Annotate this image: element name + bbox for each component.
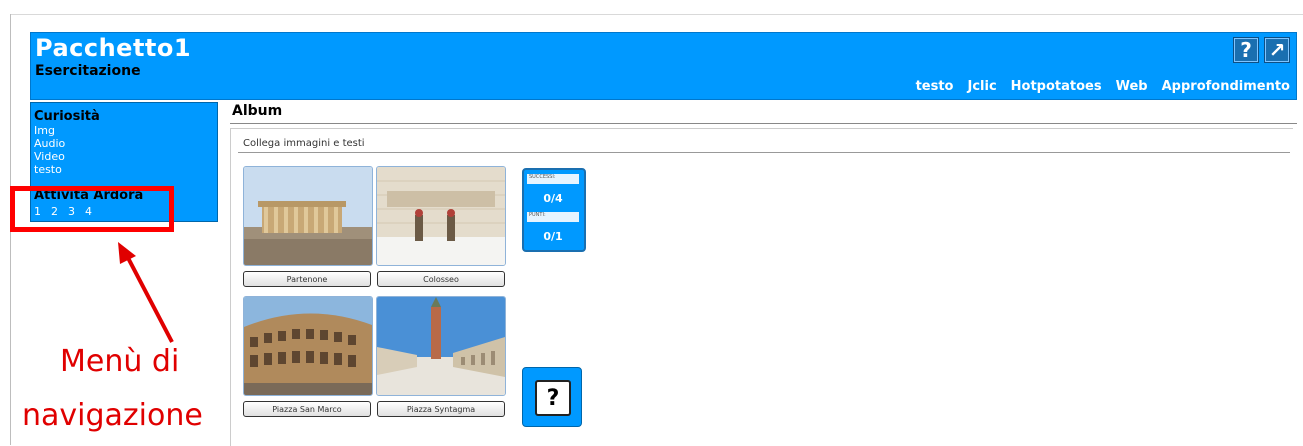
success-label: SUCCESSI: bbox=[527, 174, 579, 184]
sidebar-item-audio[interactable]: Audio bbox=[34, 137, 65, 150]
nav-web[interactable]: Web bbox=[1116, 79, 1148, 94]
sidebar-item-video[interactable]: Video bbox=[34, 150, 65, 163]
annotation-arrow bbox=[118, 242, 174, 343]
sidebar-section-curiosita: Curiosità bbox=[34, 109, 100, 124]
nav-hotpotatoes[interactable]: Hotpotatoes bbox=[1011, 79, 1102, 94]
top-nav: testo Jclic Hotpotatoes Web Approfondime… bbox=[916, 79, 1290, 94]
label-button-colosseo[interactable]: Colosseo bbox=[377, 271, 505, 287]
help-button[interactable]: ? bbox=[522, 367, 582, 427]
activity-instruction: Collega immagini e testi bbox=[243, 138, 365, 149]
package-subtitle: Esercitazione bbox=[35, 63, 141, 79]
package-title: Pacchetto1 bbox=[35, 34, 192, 62]
sidebar-item-testo[interactable]: testo bbox=[34, 163, 62, 176]
header-icons: ? ↗ bbox=[1233, 37, 1290, 63]
open-external-icon[interactable]: ↗ bbox=[1264, 37, 1290, 63]
label-button-piazza-san-marco[interactable]: Piazza San Marco bbox=[243, 401, 371, 417]
question-mark-icon: ? bbox=[535, 380, 571, 416]
page-title: Album bbox=[232, 103, 283, 119]
highlight-rectangle bbox=[10, 186, 174, 232]
image-card-syntagma[interactable] bbox=[376, 166, 506, 266]
colosseum-image bbox=[244, 297, 372, 395]
frame-top-border bbox=[10, 14, 1303, 15]
parthenon-image bbox=[244, 167, 372, 265]
points-value: 0/1 bbox=[543, 230, 563, 243]
nav-approfondimento[interactable]: Approfondimento bbox=[1162, 79, 1290, 94]
help-icon[interactable]: ? bbox=[1233, 37, 1259, 63]
annotation-text-line2: navigazione bbox=[22, 398, 203, 433]
score-panel: SUCCESSI: 0/4 PUNTI: 0/1 bbox=[522, 168, 586, 252]
instruction-divider bbox=[238, 152, 1290, 153]
image-card-san-marco[interactable] bbox=[376, 296, 506, 396]
image-card-parthenon[interactable] bbox=[243, 166, 373, 266]
sidebar-item-img[interactable]: Img bbox=[34, 124, 55, 137]
label-button-piazza-syntagma[interactable]: Piazza Syntagma bbox=[377, 401, 505, 417]
syntagma-guards-image bbox=[377, 167, 505, 265]
success-value: 0/4 bbox=[543, 192, 563, 205]
title-divider bbox=[230, 123, 1297, 124]
nav-jclic[interactable]: Jclic bbox=[967, 79, 996, 94]
image-card-colosseum[interactable] bbox=[243, 296, 373, 396]
points-label: PUNTI: bbox=[527, 212, 579, 222]
san-marco-image bbox=[377, 297, 505, 395]
annotation-text-line1: Menù di bbox=[60, 344, 180, 379]
label-button-partenone[interactable]: Partenone bbox=[243, 271, 371, 287]
nav-testo[interactable]: testo bbox=[916, 79, 954, 94]
header-bar: Pacchetto1 Esercitazione ? ↗ testo Jclic… bbox=[30, 32, 1297, 100]
